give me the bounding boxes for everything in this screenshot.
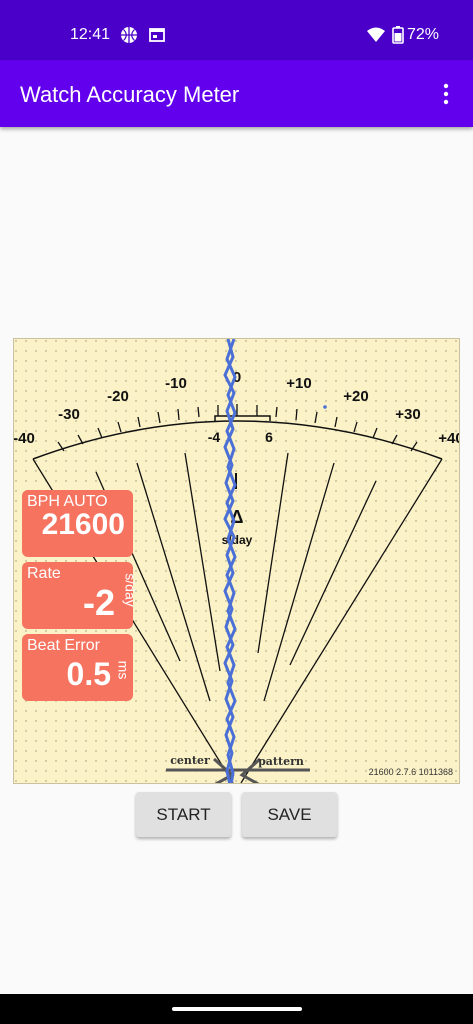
scale-label-plus10: +10	[286, 375, 311, 392]
battery-icon	[392, 26, 404, 44]
rate-unit: s/day	[122, 573, 139, 607]
scale-label-plus20: +20	[343, 388, 368, 405]
basketball-icon	[121, 27, 137, 43]
bph-value: 21600	[41, 508, 125, 541]
wifi-icon	[367, 27, 385, 42]
scale-label-minus40: -40	[14, 430, 35, 447]
center-label: center	[170, 754, 210, 767]
status-bar: 12:41 72%	[0, 0, 473, 60]
navigation-bar	[0, 994, 473, 1024]
beat-error-panel: Beat Error 0.5 ms	[22, 634, 133, 701]
scale-label-minus30: -30	[58, 406, 80, 423]
beat-error-label: Beat Error	[27, 637, 100, 654]
range-label-low: -4	[208, 429, 221, 445]
scale-label-minus10: -10	[165, 375, 187, 392]
calendar-icon	[149, 28, 165, 42]
battery-percent: 72%	[407, 26, 440, 43]
trace-dot	[323, 405, 327, 409]
status-time: 12:41	[70, 26, 111, 43]
app-bar: Watch Accuracy Meter	[0, 60, 473, 127]
save-button[interactable]: SAVE	[242, 792, 337, 837]
beat-error-value: 0.5	[66, 656, 111, 692]
range-label-high: 6	[265, 429, 273, 445]
more-vert-icon[interactable]	[436, 82, 456, 106]
home-gesture-handle[interactable]	[172, 1007, 302, 1011]
bph-panel: BPH AUTO 21600	[22, 490, 133, 557]
rate-label: Rate	[27, 565, 61, 582]
dial-unit-label: s/day	[222, 533, 253, 547]
start-button[interactable]: START	[136, 792, 231, 837]
beat-error-unit: ms	[115, 660, 132, 680]
rate-value: -2	[82, 582, 115, 623]
app-title: Watch Accuracy Meter	[20, 82, 240, 107]
pattern-label: pattern	[258, 755, 304, 768]
accuracy-meter: -40 -30 -20 -10 0 +10 +20 +30 +40 -4 6 Δ…	[13, 338, 460, 784]
scale-label-plus30: +30	[395, 406, 420, 423]
scale-label-minus20: -20	[107, 388, 129, 405]
scale-label-plus40: +40	[438, 430, 460, 447]
version-label: 21600 2.7.6 1011368	[368, 767, 453, 777]
rate-panel: Rate -2 s/day	[22, 562, 138, 629]
